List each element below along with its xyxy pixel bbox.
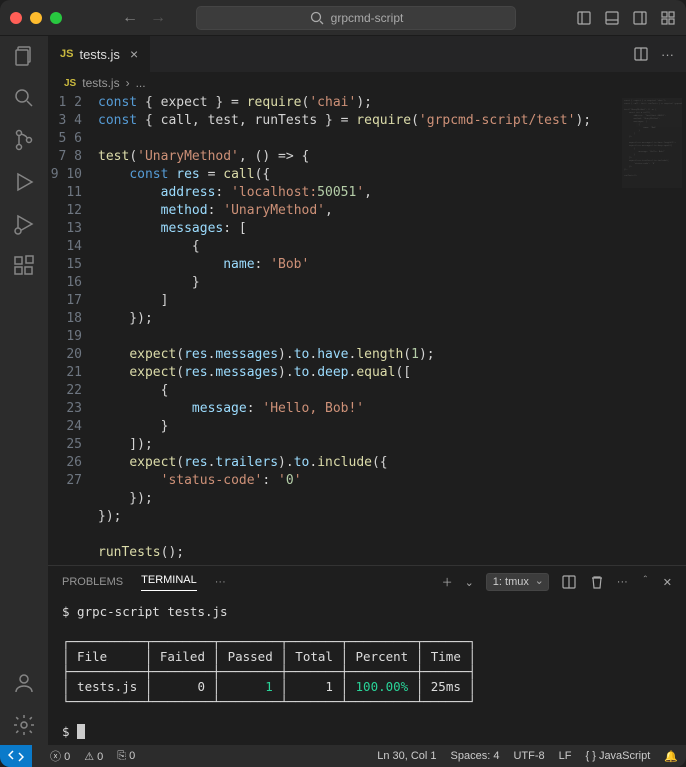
editor-tabs: JS tests.js × ··· bbox=[48, 36, 686, 72]
run-debug-icon[interactable] bbox=[12, 170, 36, 194]
bottom-panel: PROBLEMS TERMINAL ··· ＋ ⌄ 1: tmux · bbox=[48, 565, 686, 745]
explorer-icon[interactable] bbox=[12, 44, 36, 68]
layout-primary-icon[interactable] bbox=[576, 10, 592, 26]
close-window-button[interactable] bbox=[10, 12, 22, 24]
new-terminal-icon[interactable]: ＋ bbox=[442, 574, 453, 590]
panel-tab-problems[interactable]: PROBLEMS bbox=[62, 576, 123, 588]
status-line-col[interactable]: Ln 30, Col 1 bbox=[377, 750, 436, 763]
split-terminal-icon[interactable] bbox=[561, 574, 577, 590]
maximize-panel-icon[interactable]: ＾ bbox=[640, 574, 651, 590]
js-file-icon: JS bbox=[64, 78, 76, 89]
titlebar-right-controls bbox=[576, 10, 676, 26]
status-warnings[interactable]: ⚠ 0 bbox=[84, 750, 103, 763]
source-control-icon[interactable] bbox=[12, 128, 36, 152]
layout-panel-icon[interactable] bbox=[604, 10, 620, 26]
nav-forward-button[interactable]: → bbox=[148, 9, 168, 27]
nav-back-button[interactable]: ← bbox=[120, 9, 140, 27]
ports-icon: ⎘ bbox=[117, 750, 126, 762]
panel-tab-terminal[interactable]: TERMINAL bbox=[141, 574, 197, 591]
search-icon[interactable] bbox=[12, 86, 36, 110]
status-errors[interactable]: ⓧ 0 bbox=[50, 748, 70, 764]
remote-icon bbox=[8, 748, 24, 764]
settings-gear-icon[interactable] bbox=[12, 713, 36, 737]
customize-layout-icon[interactable] bbox=[660, 10, 676, 26]
command-center-search[interactable]: grpcmd-script bbox=[196, 6, 516, 30]
status-encoding[interactable]: UTF-8 bbox=[513, 750, 544, 763]
kill-terminal-icon[interactable] bbox=[589, 574, 605, 590]
breadcrumb[interactable]: JS tests.js › ... bbox=[48, 72, 686, 94]
maximize-window-button[interactable] bbox=[50, 12, 62, 24]
minimap[interactable]: const { expect } = require('chai'); cons… bbox=[622, 98, 682, 188]
code-content[interactable]: const { expect } = require('chai'); cons… bbox=[98, 94, 686, 565]
breadcrumb-rest: ... bbox=[136, 76, 146, 90]
window-controls bbox=[10, 12, 62, 24]
tab-label: tests.js bbox=[79, 47, 119, 62]
split-editor-icon[interactable] bbox=[633, 46, 649, 62]
activity-bar bbox=[0, 36, 48, 745]
code-editor[interactable]: 1 2 3 4 5 6 7 8 9 10 11 12 13 14 15 16 1… bbox=[48, 94, 686, 565]
status-ports[interactable]: ⎘ 0 bbox=[117, 750, 135, 763]
notifications-icon[interactable]: 🔔 bbox=[664, 750, 678, 763]
panel-more-icon[interactable]: ··· bbox=[215, 576, 226, 588]
accounts-icon[interactable] bbox=[12, 671, 36, 695]
status-eol[interactable]: LF bbox=[559, 750, 572, 763]
tab-tests-js[interactable]: JS tests.js × bbox=[48, 36, 151, 72]
minimize-window-button[interactable] bbox=[30, 12, 42, 24]
search-label: grpcmd-script bbox=[331, 11, 404, 25]
testing-icon[interactable] bbox=[12, 212, 36, 236]
titlebar: ← → grpcmd-script bbox=[0, 0, 686, 36]
remote-indicator[interactable] bbox=[0, 745, 32, 767]
terminal-dropdown-icon[interactable]: ⌄ bbox=[465, 576, 474, 589]
extensions-icon[interactable] bbox=[12, 254, 36, 278]
status-bar: ⓧ 0 ⚠ 0 ⎘ 0 Ln 30, Col 1 Spaces: 4 UTF-8… bbox=[0, 745, 686, 767]
close-panel-icon[interactable]: ✕ bbox=[663, 576, 672, 589]
search-icon bbox=[309, 10, 325, 26]
chevron-right-icon: › bbox=[126, 76, 130, 90]
terminal-select[interactable]: 1: tmux bbox=[486, 573, 549, 591]
close-tab-icon[interactable]: × bbox=[130, 46, 138, 62]
js-file-icon: JS bbox=[60, 48, 73, 60]
line-gutter: 1 2 3 4 5 6 7 8 9 10 11 12 13 14 15 16 1… bbox=[48, 94, 98, 565]
status-indent[interactable]: Spaces: 4 bbox=[451, 750, 500, 763]
warning-icon: ⚠ bbox=[84, 751, 94, 763]
terminal-content[interactable]: $ grpc-script tests.js ┌──────────┬─────… bbox=[48, 598, 686, 745]
status-language[interactable]: { } JavaScript bbox=[585, 750, 650, 763]
more-actions-icon[interactable]: ··· bbox=[661, 47, 674, 62]
breadcrumb-file: tests.js bbox=[82, 76, 119, 90]
layout-secondary-icon[interactable] bbox=[632, 10, 648, 26]
error-icon: ⓧ bbox=[50, 751, 61, 763]
panel-more-right-icon[interactable]: ··· bbox=[617, 576, 628, 588]
